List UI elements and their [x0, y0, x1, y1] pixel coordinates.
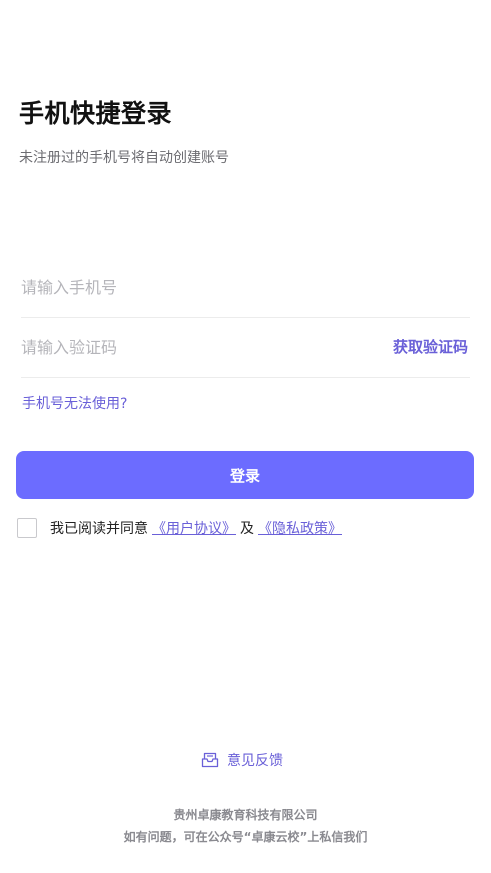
verification-code-field: 获取验证码	[21, 318, 470, 378]
verification-code-input[interactable]	[21, 332, 361, 362]
login-button[interactable]: 登录	[16, 451, 474, 499]
agreement-joiner: 及	[240, 521, 254, 537]
phone-field	[21, 258, 470, 318]
agreement-prefix: 我已阅读并同意	[50, 521, 148, 537]
footer-company: 贵州卓康教育科技有限公司	[173, 808, 318, 822]
mailbox-icon	[201, 752, 219, 768]
page-subtitle: 未注册过的手机号将自动创建账号	[19, 150, 229, 166]
phone-unavailable-link[interactable]: 手机号无法使用?	[22, 393, 127, 413]
agreement-checkbox[interactable]	[17, 518, 37, 538]
footer-contact: 如有问题，可在公众号“卓康云校”上私信我们	[123, 830, 368, 844]
user-agreement-link[interactable]: 《用户协议》	[152, 518, 236, 538]
page-title: 手机快捷登录	[19, 99, 173, 128]
privacy-policy-link[interactable]: 《隐私政策》	[258, 518, 342, 538]
feedback-label: 意见反馈	[227, 753, 283, 769]
feedback-button[interactable]: 意见反馈	[201, 749, 283, 771]
get-code-button[interactable]: 获取验证码	[393, 336, 468, 357]
agreement-row: 我已阅读并同意 《用户协议》 及 《隐私政策》	[17, 516, 346, 540]
phone-input[interactable]	[21, 272, 361, 302]
